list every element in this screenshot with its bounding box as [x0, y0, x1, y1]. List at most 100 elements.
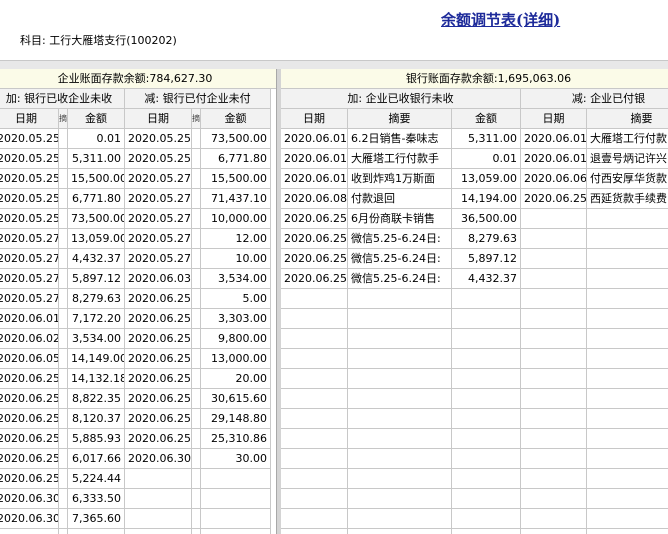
received-amount-cell[interactable]: 4,432.37: [68, 249, 125, 269]
received-summary-cell[interactable]: 大雁塔工行付款手: [348, 149, 452, 169]
received-amount-cell[interactable]: 8,120.37: [68, 409, 125, 429]
paid-summary-cell[interactable]: [587, 329, 668, 349]
paid-summary-cell[interactable]: [192, 269, 201, 289]
received-date-cell[interactable]: 2020.05.27: [0, 229, 59, 249]
paid-date-cell[interactable]: 2020.05.27: [125, 189, 192, 209]
paid-date-cell[interactable]: [521, 249, 587, 269]
paid-summary-cell[interactable]: [587, 469, 668, 489]
received-amount-cell[interactable]: 5,311.00: [452, 129, 521, 149]
column-header-amount[interactable]: 金额: [68, 109, 125, 129]
paid-summary-cell[interactable]: [587, 289, 668, 309]
received-amount-cell[interactable]: 3,534.00: [68, 329, 125, 349]
received-summary-cell[interactable]: [348, 449, 452, 469]
received-date-cell[interactable]: [281, 429, 348, 449]
paid-amount-cell[interactable]: 20.00: [201, 369, 271, 389]
paid-summary-cell[interactable]: [192, 189, 201, 209]
report-title[interactable]: 余额调节表(详细): [441, 9, 560, 30]
paid-amount-cell[interactable]: 6,771.80: [201, 149, 271, 169]
paid-summary-cell[interactable]: [192, 449, 201, 469]
received-summary-cell[interactable]: [348, 489, 452, 509]
received-summary-cell[interactable]: [59, 509, 68, 529]
paid-date-cell[interactable]: 2020.05.25: [125, 129, 192, 149]
received-amount-cell[interactable]: [452, 309, 521, 329]
received-summary-cell[interactable]: [348, 329, 452, 349]
received-date-cell[interactable]: 2020.06.08: [281, 189, 348, 209]
paid-summary-cell[interactable]: [587, 369, 668, 389]
paid-summary-cell[interactable]: [192, 169, 201, 189]
received-amount-cell[interactable]: 6,017.66: [68, 449, 125, 469]
received-date-cell[interactable]: 2020.06.25: [0, 409, 59, 429]
paid-date-cell[interactable]: 2020.05.25: [125, 149, 192, 169]
paid-summary-cell[interactable]: [192, 489, 201, 509]
received-amount-cell[interactable]: [452, 449, 521, 469]
paid-amount-cell[interactable]: 71,437.10: [201, 189, 271, 209]
received-amount-cell[interactable]: 5,897.12: [68, 269, 125, 289]
received-summary-cell[interactable]: 6.2日销售-秦味志: [348, 129, 452, 149]
paid-summary-cell[interactable]: [192, 309, 201, 329]
received-date-cell[interactable]: 2020.06.25: [281, 229, 348, 249]
received-amount-cell[interactable]: 8,279.63: [452, 229, 521, 249]
received-summary-cell[interactable]: [59, 269, 68, 289]
paid-date-cell[interactable]: 2020.06.25: [125, 369, 192, 389]
paid-amount-cell[interactable]: 3,534.00: [201, 269, 271, 289]
paid-summary-cell[interactable]: [587, 349, 668, 369]
paid-summary-cell[interactable]: [587, 429, 668, 449]
paid-date-cell[interactable]: 2020.06.06: [521, 169, 587, 189]
column-header-date[interactable]: 日期: [281, 109, 348, 129]
paid-date-cell[interactable]: 2020.06.01: [521, 149, 587, 169]
paid-summary-cell[interactable]: [192, 429, 201, 449]
received-date-cell[interactable]: [281, 409, 348, 429]
paid-date-cell[interactable]: [521, 229, 587, 249]
paid-summary-cell[interactable]: [192, 209, 201, 229]
paid-summary-cell[interactable]: [587, 409, 668, 429]
received-amount-cell[interactable]: 14,194.00: [452, 189, 521, 209]
paid-amount-cell[interactable]: 30,615.60: [201, 389, 271, 409]
paid-date-cell[interactable]: 2020.06.25: [125, 389, 192, 409]
paid-date-cell[interactable]: [521, 389, 587, 409]
paid-amount-cell[interactable]: 10,000.00: [201, 209, 271, 229]
received-date-cell[interactable]: 2020.05.27: [0, 249, 59, 269]
paid-date-cell[interactable]: [521, 269, 587, 289]
received-summary-cell[interactable]: 微信5.25-6.24日:: [348, 269, 452, 289]
received-amount-cell[interactable]: 0.01: [68, 129, 125, 149]
paid-date-cell[interactable]: 2020.06.01: [521, 129, 587, 149]
received-date-cell[interactable]: [281, 449, 348, 469]
paid-amount-cell[interactable]: 3,303.00: [201, 309, 271, 329]
paid-summary-cell[interactable]: [192, 149, 201, 169]
paid-amount-cell[interactable]: 13,000.00: [201, 349, 271, 369]
paid-date-cell[interactable]: 2020.05.27: [125, 169, 192, 189]
paid-date-cell[interactable]: [125, 489, 192, 509]
received-amount-cell[interactable]: [452, 529, 521, 534]
paid-date-cell[interactable]: [521, 209, 587, 229]
paid-summary-cell[interactable]: [587, 489, 668, 509]
received-date-cell[interactable]: [281, 349, 348, 369]
received-amount-cell[interactable]: 6,771.80: [68, 189, 125, 209]
received-date-cell[interactable]: 2020.05.27: [0, 289, 59, 309]
received-amount-cell[interactable]: [452, 329, 521, 349]
received-summary-cell[interactable]: [59, 369, 68, 389]
paid-summary-cell[interactable]: [192, 369, 201, 389]
received-date-cell[interactable]: 2020.06.25: [281, 269, 348, 289]
paid-amount-cell[interactable]: 15,500.00: [201, 169, 271, 189]
received-summary-cell[interactable]: [59, 169, 68, 189]
received-date-cell[interactable]: 2020.06.25: [0, 389, 59, 409]
paid-summary-cell[interactable]: 付西安厚华货款: [587, 169, 668, 189]
received-date-cell[interactable]: [281, 289, 348, 309]
received-date-cell[interactable]: 2020.06.01: [281, 129, 348, 149]
received-date-cell[interactable]: 2020.05.27: [0, 269, 59, 289]
paid-date-cell[interactable]: [521, 429, 587, 449]
paid-summary-cell[interactable]: [192, 249, 201, 269]
column-header-date[interactable]: 日期: [0, 109, 59, 129]
received-summary-cell[interactable]: [59, 149, 68, 169]
received-summary-cell[interactable]: [348, 389, 452, 409]
paid-summary-cell[interactable]: [587, 209, 668, 229]
received-summary-cell[interactable]: [59, 329, 68, 349]
paid-date-cell[interactable]: [521, 529, 587, 534]
paid-date-cell[interactable]: 2020.06.30: [125, 449, 192, 469]
paid-date-cell[interactable]: [521, 349, 587, 369]
paid-date-cell[interactable]: 2020.06.25: [125, 289, 192, 309]
paid-date-cell[interactable]: 2020.06.25: [521, 189, 587, 209]
received-summary-cell[interactable]: [59, 189, 68, 209]
received-amount-cell[interactable]: 13,059.00: [68, 229, 125, 249]
received-date-cell[interactable]: 2020.06.01: [281, 149, 348, 169]
